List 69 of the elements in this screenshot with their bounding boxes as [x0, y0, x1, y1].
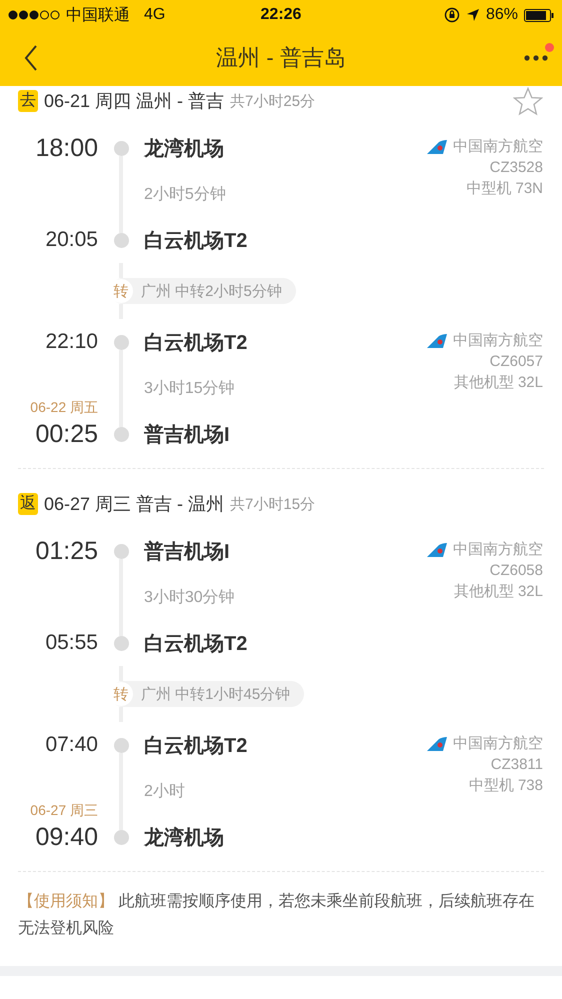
time-text: 07:40 [45, 732, 98, 758]
airline-name: 中国南方航空 [453, 734, 543, 753]
airport-name: 白云机场T2 [144, 330, 248, 356]
total-duration: 共7小时25分 [230, 92, 316, 110]
time-text: 20:05 [45, 227, 98, 253]
timeline-dot [114, 232, 128, 248]
clock-time: 22:26 [260, 6, 302, 24]
airline-name: 中国南方航空 [453, 331, 543, 350]
flight-duration: 3小时15分钟 [144, 378, 236, 398]
aircraft-type: 其他机型 32L [454, 582, 543, 601]
arrival-date: 06-22 周五 [30, 398, 98, 416]
battery-icon [524, 8, 554, 22]
airline-name: 中国南方航空 [453, 540, 543, 559]
timeline-dot [114, 426, 128, 442]
flight-duration: 2小时5分钟 [144, 184, 227, 204]
timeline-dot [114, 544, 128, 558]
carrier-name: 中国联通 [66, 6, 130, 26]
trip-badge: 返 [18, 493, 38, 515]
time-text: 18:00 [35, 134, 98, 162]
time-text: 09:40 [35, 823, 98, 851]
transfer-badge: 转 [109, 279, 133, 303]
time-text: 00:25 [35, 420, 98, 448]
airport-name: 普吉机场I [144, 422, 231, 448]
airline-logo-icon [427, 736, 447, 750]
timeline-dot [114, 334, 128, 350]
battery-percent: 86% [486, 6, 518, 24]
airport-name: 白云机场T2 [144, 734, 248, 758]
airport-name: 普吉机场I [144, 539, 231, 564]
airline-logo-icon [427, 334, 447, 348]
flight-number: CZ6057 [490, 352, 543, 371]
back-icon[interactable] [24, 45, 38, 71]
airport-name: 白云机场T2 [144, 228, 248, 254]
timeline-dot [114, 738, 128, 752]
aircraft-type: 中型机 738 [468, 776, 543, 795]
time-text: 05:55 [45, 630, 98, 656]
arrival-date: 06-27 周三 [30, 801, 98, 819]
aircraft-type: 中型机 73N [466, 179, 543, 198]
notice-text: 【使用须知】 此航班需按顺序使用，若您未乘坐前段航班，后续航班存在无法登机风险 [18, 892, 536, 939]
transfer-text: 广州 中转1小时45分钟 [141, 684, 290, 704]
star-icon[interactable] [513, 86, 543, 116]
time-text: 01:25 [35, 537, 98, 565]
flight-duration: 2小时 [144, 782, 186, 802]
network-type: 4G [144, 6, 166, 24]
airline-name: 中国南方航空 [453, 137, 543, 156]
timeline-dot [114, 830, 128, 844]
aircraft-type: 其他机型 32L [454, 373, 543, 392]
flight-number: CZ3811 [490, 755, 543, 774]
timeline-dot [114, 140, 128, 156]
airport-name: 龙湾机场 [144, 826, 225, 850]
trip-heading: 06-27 周三 普吉 - 温州 [44, 493, 224, 516]
location-arrow-icon [466, 8, 480, 22]
more-icon[interactable] [524, 55, 548, 61]
page-title: 温州 - 普吉岛 [216, 44, 346, 72]
time-text: 22:10 [45, 329, 98, 355]
total-duration: 共7小时15分 [230, 494, 316, 514]
airport-name: 龙湾机场 [144, 136, 225, 162]
airport-name: 白云机场T2 [144, 632, 248, 656]
transfer-badge: 转 [109, 682, 133, 706]
transfer-text: 广州 中转2小时5分钟 [141, 282, 282, 300]
airline-logo-icon [427, 542, 447, 556]
signal-icon [8, 10, 60, 20]
flight-number: CZ6058 [490, 561, 543, 580]
flight-number: CZ3528 [490, 158, 543, 177]
trip-heading: 06-21 周四 温州 - 普吉 [44, 90, 224, 113]
timeline-dot [114, 636, 128, 650]
flight-duration: 3小时30分钟 [144, 588, 236, 608]
trip-badge: 去 [18, 90, 38, 112]
rotation-lock-icon [444, 7, 460, 23]
airline-logo-icon [427, 140, 447, 154]
